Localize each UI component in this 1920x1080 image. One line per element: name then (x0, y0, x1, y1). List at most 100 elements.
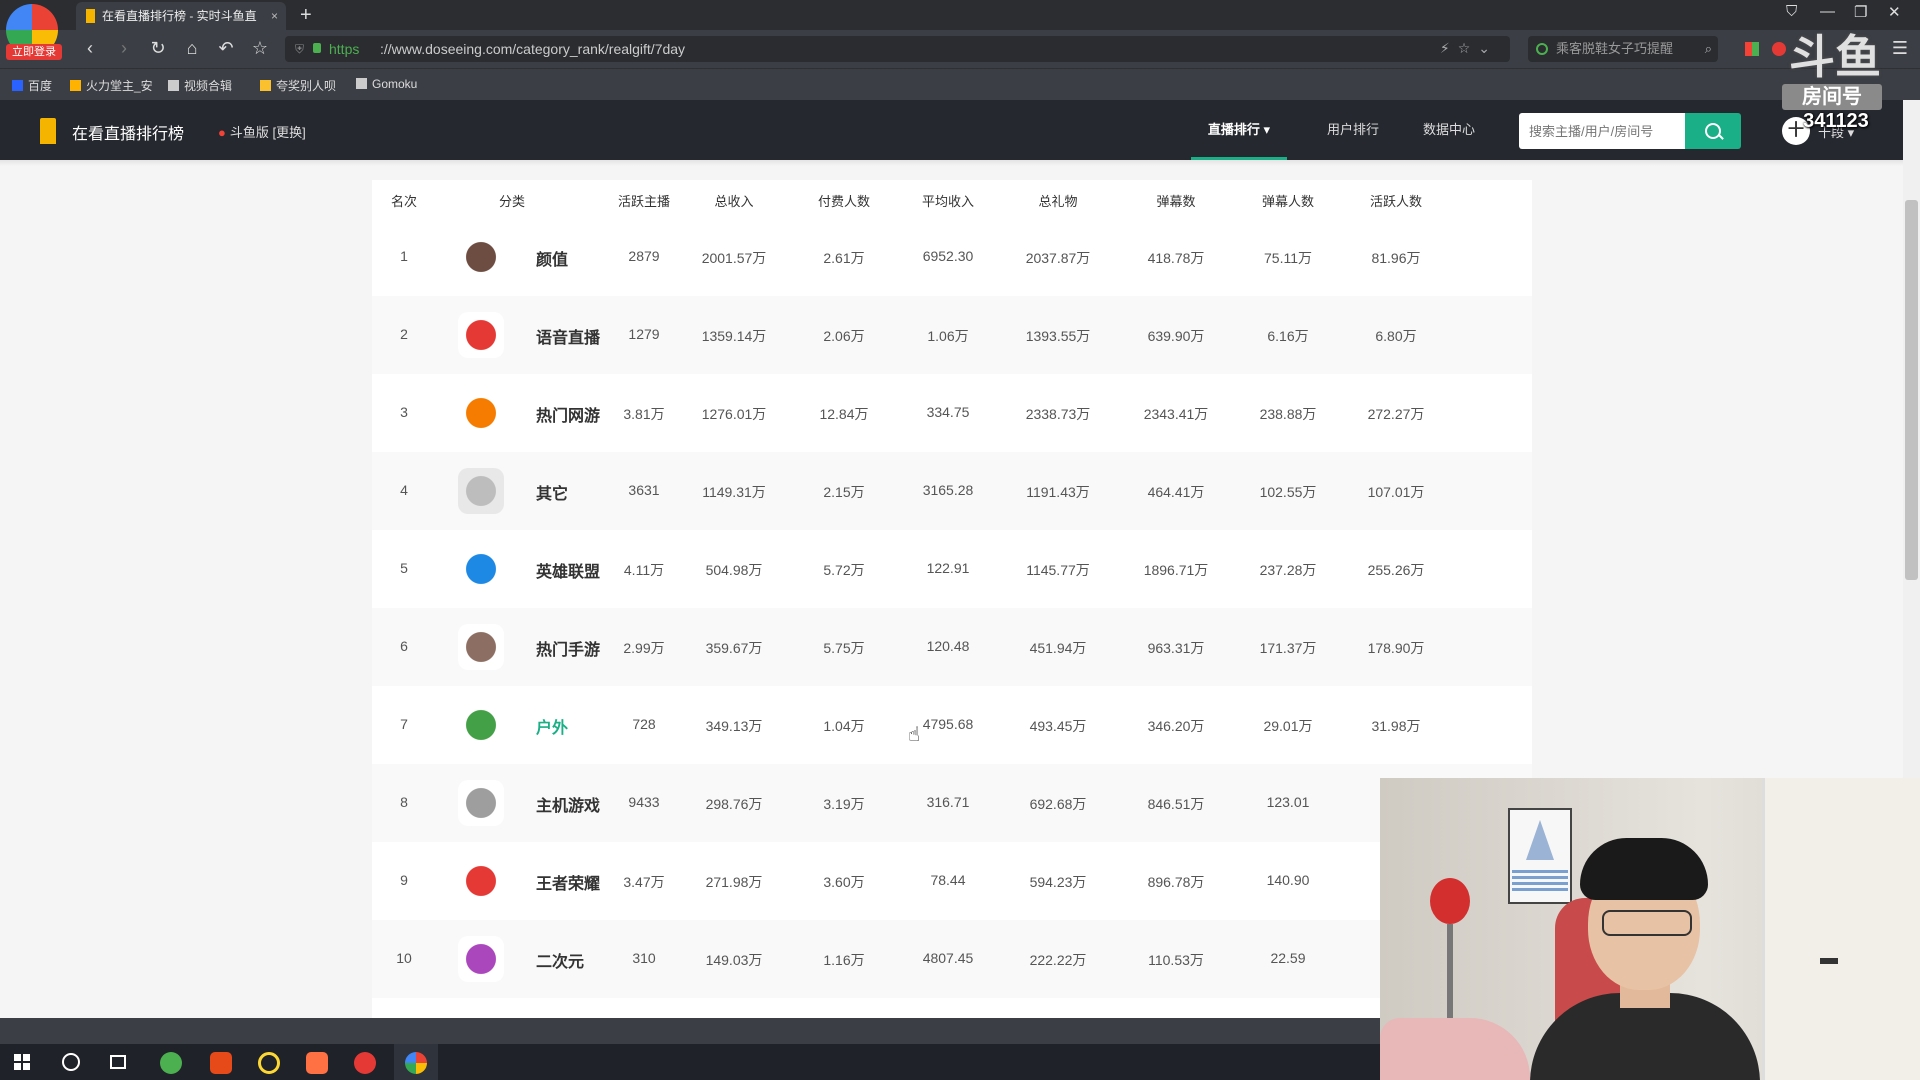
webcam-streamer-hair (1580, 838, 1708, 900)
back-icon[interactable]: ‹ (78, 38, 102, 58)
netease-music-icon[interactable] (354, 1052, 376, 1074)
table-row[interactable]: 8 主机游戏 9433 298.76万 3.19万 316.71 692.68万 846.51… (372, 764, 1532, 842)
voice-icon[interactable] (458, 312, 504, 358)
column-header[interactable]: 名次 (384, 191, 424, 210)
category-name[interactable]: 热门手游 (536, 636, 600, 660)
rank-cell: 4 (400, 482, 408, 498)
honor-of-kings-icon[interactable] (458, 858, 504, 904)
danmu-cell: 1896.71万 (1143, 562, 1209, 578)
category-name[interactable]: 其它 (536, 480, 568, 504)
category-name[interactable]: 王者荣耀 (536, 870, 600, 894)
undo-icon[interactable]: ↶ (214, 38, 238, 58)
danmu-cell: 963.31万 (1147, 640, 1205, 656)
bookmark-item[interactable]: 百度 (12, 77, 52, 94)
bookmark-item[interactable]: 夸奖别人呗 (260, 77, 336, 94)
browser-taskbar-icon[interactable] (405, 1052, 427, 1074)
task-view-icon[interactable] (110, 1055, 126, 1069)
gifts-cell: 493.45万 (1029, 718, 1087, 734)
category-name[interactable]: 热门网游 (536, 402, 600, 426)
category-name[interactable]: 户外 (536, 714, 568, 738)
category-name[interactable]: 主机游戏 (536, 792, 600, 816)
anime-icon[interactable] (458, 936, 504, 982)
site-search-button[interactable] (1685, 113, 1741, 149)
restore-icon[interactable]: ❐ (1854, 3, 1867, 21)
menu-icon[interactable]: ☰ (1888, 38, 1912, 58)
gifts-cell: 1191.43万 (1026, 484, 1090, 500)
nav-live-ranking[interactable]: 直播排行 ▾ (1191, 100, 1287, 160)
table-row[interactable]: 2 语音直播 1279 1359.14万 2.06万 1.06万 1393.55万 639.9… (372, 296, 1532, 374)
table-row[interactable]: 3 热门网游 3.81万 1276.01万 12.84万 334.75 2338.73万 23… (372, 374, 1532, 452)
category-name[interactable]: 英雄联盟 (536, 558, 600, 582)
avg-cell: 334.75 (926, 404, 970, 420)
table-row[interactable]: 7 户外 728 349.13万 1.04万 4795.68 493.45万 346.20万 2… (372, 686, 1532, 764)
nav-user-ranking[interactable]: 用户排行 (1327, 100, 1379, 160)
app-icon-orange[interactable] (210, 1052, 232, 1074)
column-header[interactable]: 付费人数 (794, 191, 894, 210)
column-header[interactable]: 平均收入 (898, 191, 998, 210)
column-header[interactable]: 分类 (472, 191, 552, 210)
gamepad-icon[interactable] (458, 780, 504, 826)
close-icon[interactable]: × (271, 2, 278, 30)
site-search-input[interactable] (1519, 113, 1685, 149)
browser-search-box[interactable]: 乘客脱鞋女子巧提醒 ⌕ (1528, 36, 1718, 62)
hot-game-icon[interactable] (458, 390, 504, 436)
table-row[interactable]: 4 其它 3631 1149.31万 2.15万 3165.28 1191.43万 464.4… (372, 452, 1532, 530)
login-badge[interactable]: 立即登录 (6, 44, 62, 60)
bookmark-item[interactable]: 视频合辑 (168, 77, 232, 94)
column-header[interactable]: 活跃主播 (594, 191, 694, 210)
browser-tab[interactable]: 在看直播排行榜 - 实时斗鱼直 × (76, 2, 286, 30)
site-title[interactable]: 在看直播排行榜 (72, 120, 184, 144)
active-cell: 2879 (628, 248, 660, 264)
column-header[interactable]: 总礼物 (1008, 191, 1108, 210)
table-row[interactable]: 6 热门手游 2.99万 359.67万 5.75万 120.48 451.94万 963.3… (372, 608, 1532, 686)
star-icon[interactable]: ☆ (248, 38, 272, 58)
shark-icon[interactable] (458, 468, 504, 514)
app-icon-ring[interactable] (258, 1052, 280, 1074)
shirt-icon[interactable]: ⛉ (1786, 3, 1797, 20)
app-icon-game[interactable] (306, 1052, 328, 1074)
webcam-overlay (1380, 778, 1920, 1080)
bookmark-item[interactable]: 火力堂主_安 (70, 77, 153, 94)
active-cell: 310 (632, 950, 656, 966)
column-header[interactable]: 总收入 (684, 191, 784, 210)
minimize-icon[interactable]: — (1820, 3, 1835, 20)
address-bar[interactable]: ⛨ https ://www.doseeing.com/category_ran… (285, 36, 1510, 62)
outdoor-icon[interactable] (458, 702, 504, 748)
rank-cell: 5 (400, 560, 408, 576)
lol-icon[interactable] (458, 546, 504, 592)
danmu-users-cell: 238.88万 (1259, 406, 1317, 422)
new-tab-button[interactable]: + (300, 2, 312, 28)
table-row[interactable]: 5 英雄联盟 4.11万 504.98万 5.72万 122.91 1145.77万 1896… (372, 530, 1532, 608)
column-header[interactable]: 弹幕数 (1126, 191, 1226, 210)
category-name[interactable]: 二次元 (536, 948, 584, 972)
header-shadow (0, 160, 1903, 166)
scrollbar-thumb[interactable] (1905, 200, 1918, 580)
category-name[interactable]: 语音直播 (536, 324, 600, 348)
face-icon[interactable] (458, 234, 504, 280)
app-icon-green[interactable] (160, 1052, 182, 1074)
mobile-game-icon[interactable] (458, 624, 504, 670)
gifts-cell: 1393.55万 (1025, 328, 1091, 344)
search-engine-icon (1536, 43, 1548, 55)
search-icon[interactable] (62, 1053, 80, 1071)
close-window-icon[interactable]: ✕ (1888, 3, 1901, 21)
column-header[interactable]: 活跃人数 (1346, 191, 1446, 210)
table-row[interactable]: 10 二次元 310 149.03万 1.16万 4807.45 222.22万 110.53… (372, 920, 1532, 998)
site-logo-icon[interactable] (40, 118, 56, 144)
url-action-icons[interactable]: ⚡☆⌄ (1440, 40, 1498, 57)
danmu-cell: 110.53万 (1148, 952, 1204, 968)
column-header[interactable]: 弹幕人数 (1238, 191, 1338, 210)
reload-icon[interactable]: ↻ (146, 38, 170, 58)
nav-data-center[interactable]: 数据中心 (1423, 100, 1475, 160)
shield-icon: ⛨ (295, 42, 305, 56)
platform-switch[interactable]: ● 斗鱼版 [更换] (218, 122, 306, 141)
category-name[interactable]: 颜值 (536, 246, 568, 270)
table-row[interactable]: 1 颜值 2879 2001.57万 2.61万 6952.30 2037.87万 418.7… (372, 218, 1532, 296)
extension-icon[interactable] (1745, 42, 1759, 56)
bookmark-item[interactable]: Gomoku (356, 77, 417, 91)
home-icon[interactable]: ⌂ (180, 38, 204, 58)
windows-start-icon[interactable] (14, 1054, 30, 1070)
table-row[interactable]: 9 王者荣耀 3.47万 271.98万 3.60万 78.44 594.23万 896.78… (372, 842, 1532, 920)
forward-icon[interactable]: › (112, 38, 136, 58)
search-icon[interactable]: ⌕ (1705, 36, 1712, 62)
